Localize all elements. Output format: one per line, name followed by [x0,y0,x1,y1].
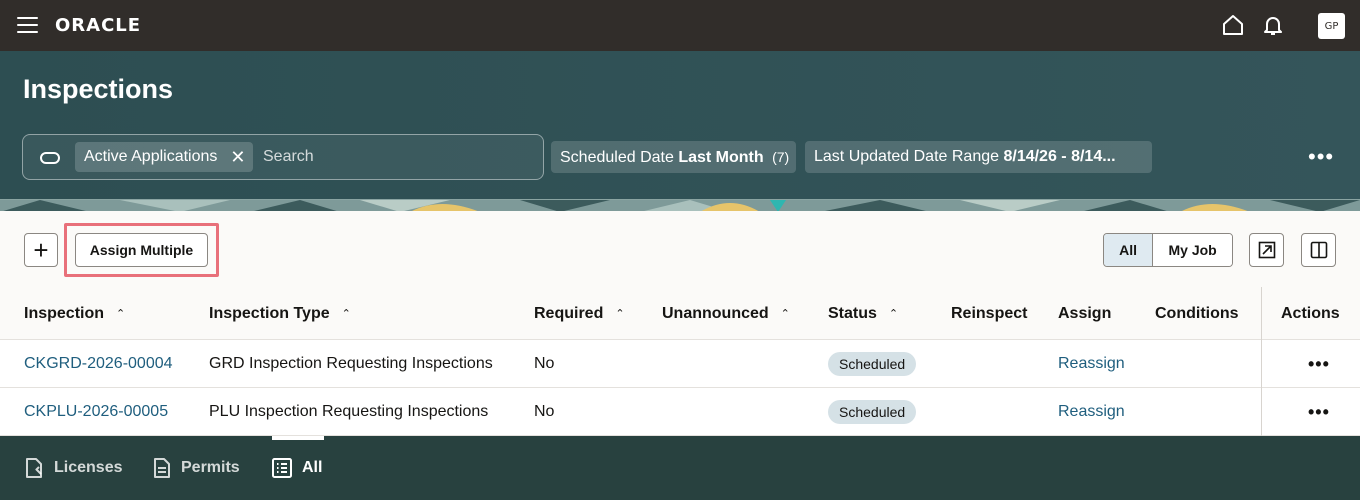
reassign-link[interactable]: Reassign [1058,388,1125,436]
filter-value: 8/14/26 - 8/14... [1003,148,1116,165]
lens-icon[interactable] [40,152,60,164]
inspection-type-cell: PLU Inspection Requesting Inspections [209,403,489,420]
inspection-link[interactable]: CKPLU-2026-00005 [24,388,168,436]
status-cell: Scheduled [828,388,917,436]
column-header-assign: Assign [1058,305,1112,322]
status-badge: Scheduled [828,351,917,376]
sort-icon[interactable]: ⌃ [781,309,790,320]
document-icon [154,458,170,478]
filter-last-updated-date-range[interactable]: Last Updated Date Range 8/14/26 - 8/14..… [805,141,1152,173]
filter-prefix: Scheduled Date [560,149,679,166]
add-button[interactable]: + [24,233,58,267]
close-icon[interactable]: ✕ [230,142,245,172]
required-cell: No [534,403,555,420]
filter-chip-active-applications[interactable]: Active Applications ✕ [75,142,254,172]
inspection-type-cell: GRD Inspection Requesting Inspections [209,355,493,372]
decorative-banner [0,199,1360,211]
bell-icon[interactable] [1261,13,1285,37]
tab-all[interactable]: All [272,436,322,500]
row-actions-icon[interactable]: ••• [1308,388,1330,436]
oracle-logo: ORACLE [55,15,142,36]
column-header-unannounced[interactable]: Unannounced ⌃ [662,287,790,340]
tab-licenses[interactable]: Licenses [24,436,122,500]
sort-icon[interactable]: ⌃ [615,309,624,320]
search-input[interactable] [263,143,523,171]
list-icon [272,458,292,478]
sort-icon[interactable]: ⌃ [116,309,125,320]
more-options-icon[interactable]: ••• [1308,146,1334,168]
filter-prefix: Last Updated Date Range [814,148,1004,165]
tab-label: Permits [181,459,240,476]
column-header-reinspect: Reinspect [951,305,1028,322]
tab-label: Licenses [54,459,123,476]
table-toolbar: + Assign Multiple All My Job [0,211,1360,287]
panel-toggle-button[interactable] [1301,233,1336,267]
column-header-inspection-type[interactable]: Inspection Type ⌃ [209,287,351,340]
selected-tab-indicator [272,436,324,440]
filter-scheduled-date[interactable]: Scheduled Date Last Month (7) [551,141,796,173]
license-icon [26,458,42,478]
sort-icon[interactable]: ⌃ [342,309,351,320]
column-header-inspection[interactable]: Inspection ⌃ [24,287,125,340]
export-button[interactable] [1249,233,1284,267]
inspections-table: Inspection ⌃ Inspection Type ⌃ Required ⌃ U… [0,287,1360,436]
chip-label: Active Applications [84,148,218,165]
segment-all[interactable]: All [1104,234,1154,266]
hamburger-menu-icon[interactable] [17,17,38,33]
split-panel-icon [1310,241,1327,259]
tab-permits[interactable]: Permits [153,436,240,500]
actions-column-divider [1261,287,1262,436]
home-icon[interactable] [1221,13,1245,37]
reassign-link[interactable]: Reassign [1058,340,1125,388]
status-badge: Scheduled [828,399,917,424]
column-label: Status [828,305,877,322]
assign-multiple-button[interactable]: Assign Multiple [75,233,208,267]
status-cell: Scheduled [828,340,917,388]
column-header-required[interactable]: Required ⌃ [534,287,625,340]
segment-my-job[interactable]: My Job [1153,234,1232,266]
table-row[interactable]: CKPLU-2026-00005 PLU Inspection Requesti… [0,388,1360,436]
inspection-link[interactable]: CKGRD-2026-00004 [24,340,173,388]
column-header-status[interactable]: Status ⌃ [828,287,898,340]
user-avatar[interactable]: GP [1318,13,1345,39]
column-label: Unannounced [662,305,769,322]
smart-search-box[interactable]: Active Applications ✕ [22,134,544,180]
column-label: Inspection Type [209,305,330,322]
export-icon [1258,241,1275,259]
sort-icon[interactable]: ⌃ [889,309,898,320]
top-bar: ORACLE GP [0,0,1360,51]
row-actions-icon[interactable]: ••• [1308,340,1330,388]
column-label: Required [534,305,604,322]
bottom-navigation: Licenses Permits All [0,436,1360,500]
view-segmented-control: All My Job [1103,233,1233,267]
table-row[interactable]: CKGRD-2026-00004 GRD Inspection Requesti… [0,340,1360,388]
filter-value: Last Month [678,149,764,166]
tab-label: All [302,459,323,476]
column-header-actions: Actions [1281,305,1340,322]
page-header: Inspections Active Applications ✕ Schedu… [0,51,1360,199]
table-header: Inspection ⌃ Inspection Type ⌃ Required ⌃ U… [0,287,1360,340]
column-header-conditions: Conditions [1155,305,1239,322]
column-label: Inspection [24,305,105,322]
filter-count: (7) [772,149,790,165]
required-cell: No [534,355,555,372]
page-title: Inspections [23,74,174,104]
